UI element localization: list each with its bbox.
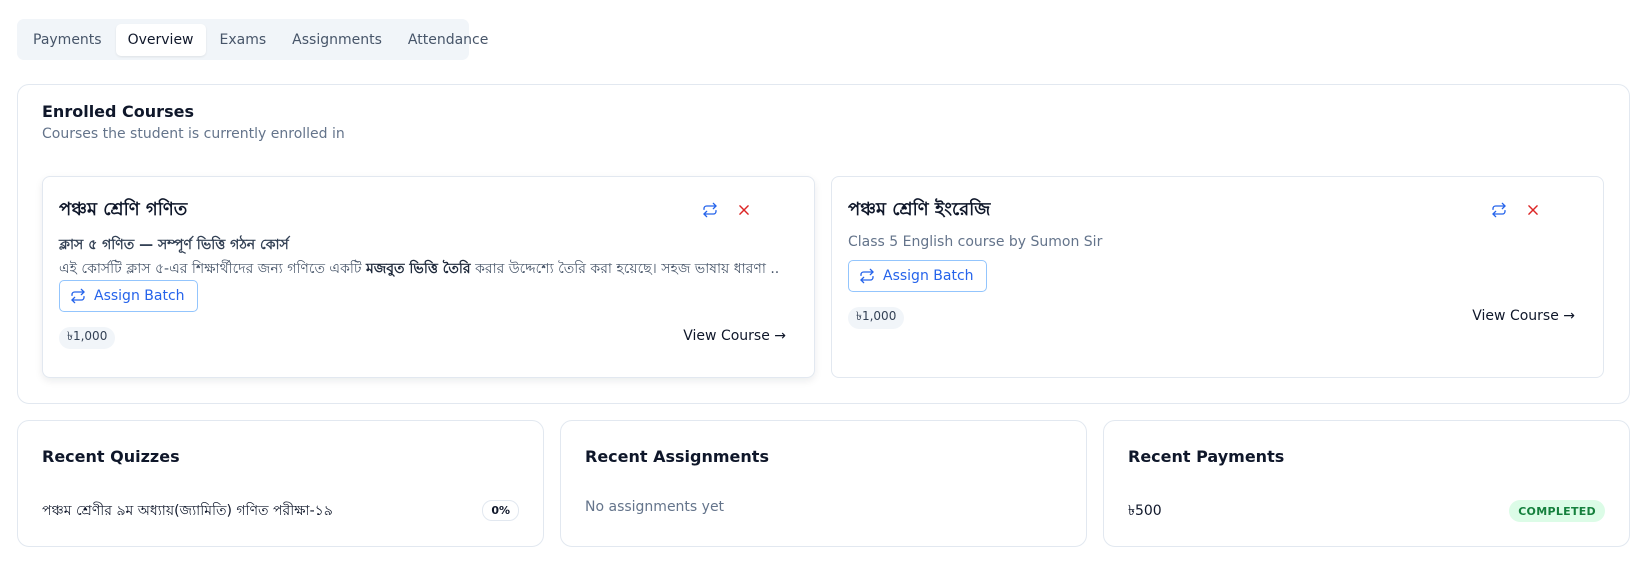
recent-quizzes-card: Recent Quizzes পঞ্চম শ্রেণীর ৯ম অধ্যায়(… [17,420,544,547]
refresh-icon[interactable] [1488,199,1510,221]
enrolled-courses-card: Enrolled Courses Courses the student is … [17,84,1630,404]
assignments-empty-text: No assignments yet [585,499,725,515]
course-subtitle: ক্লাস ৫ গণিত — সম্পূর্ণ ভিত্তি গঠন কোর্স [59,237,289,253]
refresh-icon [71,288,85,304]
tab-bar: Payments Overview Exams Assignments Atte… [17,19,488,60]
payment-amount: ৳500 [1128,503,1162,519]
recent-payments-title: Recent Payments [1128,447,1285,466]
quiz-score-badge: 0% [482,500,519,521]
course-card: পঞ্চম শ্রেণি ইংরেজি Class 5 English cour… [831,176,1604,378]
tab-payments[interactable]: Payments [21,24,114,56]
course-card: পঞ্চম শ্রেণি গণিত ক্লাস ৫ গণিত — সম্পূর্… [42,176,815,378]
student-profile: Payments Overview Exams Assignments Atte… [0,0,1647,569]
tab-assignments[interactable]: Assignments [280,24,394,56]
close-icon[interactable] [1522,199,1544,221]
recent-assignments-title: Recent Assignments [585,447,769,466]
tab-exams[interactable]: Exams [208,24,279,56]
status-badge: COMPLETED [1509,500,1605,522]
tab-overview[interactable]: Overview [115,23,206,56]
course-description: এই কোর্সটি ক্লাস ৫-এর শিক্ষার্থীদের জন্য… [59,261,779,277]
recent-quizzes-title: Recent Quizzes [42,447,180,466]
close-icon[interactable] [733,199,755,221]
quiz-name: পঞ্চম শ্রেণীর ৯ম অধ্যায়(জ্যামিতি) গণিত … [42,503,333,519]
course-title: পঞ্চম শ্রেণি গণিত [59,199,188,220]
assign-batch-button[interactable]: Assign Batch [59,280,198,312]
price-badge: ৳1,000 [848,307,905,329]
recent-payments-card: Recent Payments ৳500 COMPLETED [1103,420,1630,547]
price-badge: ৳1,000 [59,327,116,349]
tab-attendance[interactable]: Attendance [396,24,500,56]
assign-batch-button[interactable]: Assign Batch [848,260,987,292]
enrolled-courses-title: Enrolled Courses [42,102,194,121]
view-course-link[interactable]: View Course → [1472,308,1575,324]
recent-assignments-card: Recent Assignments No assignments yet [560,420,1087,547]
enrolled-courses-subtitle: Courses the student is currently enrolle… [42,126,345,142]
view-course-link[interactable]: View Course → [683,328,786,344]
refresh-icon [860,268,874,284]
course-description: Class 5 English course by Sumon Sir [848,234,1103,250]
course-title: পঞ্চম শ্রেণি ইংরেজি [848,199,991,220]
refresh-icon[interactable] [699,199,721,221]
